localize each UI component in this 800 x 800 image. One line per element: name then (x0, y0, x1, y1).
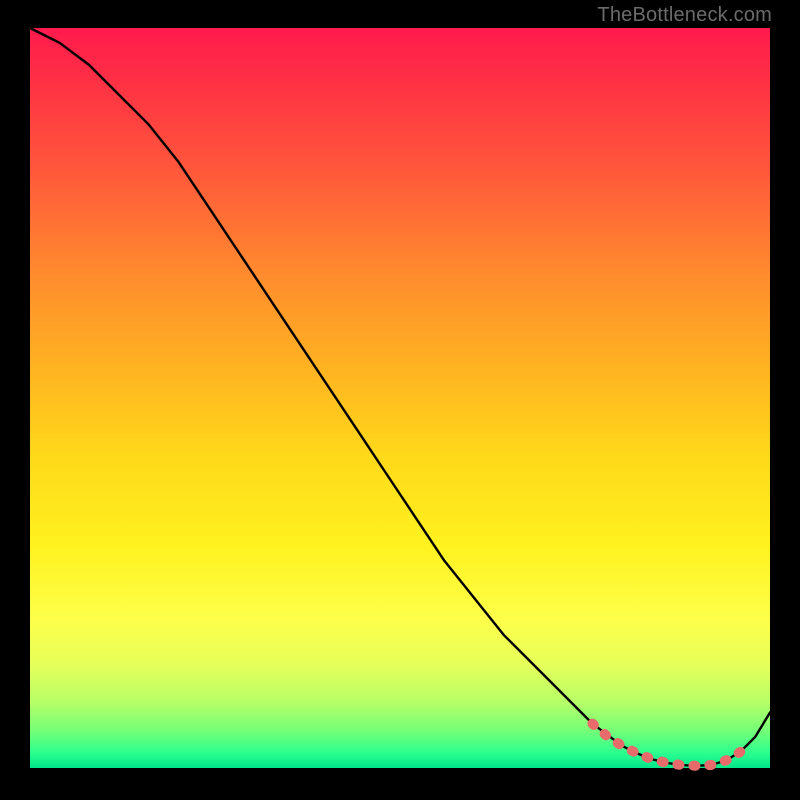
near-optimal-highlight (592, 724, 740, 766)
plot-area (30, 28, 770, 768)
chart-frame: TheBottleneck.com (0, 0, 800, 800)
bottleneck-curve (30, 28, 770, 766)
chart-svg (30, 28, 770, 768)
watermark-text: TheBottleneck.com (597, 4, 772, 27)
